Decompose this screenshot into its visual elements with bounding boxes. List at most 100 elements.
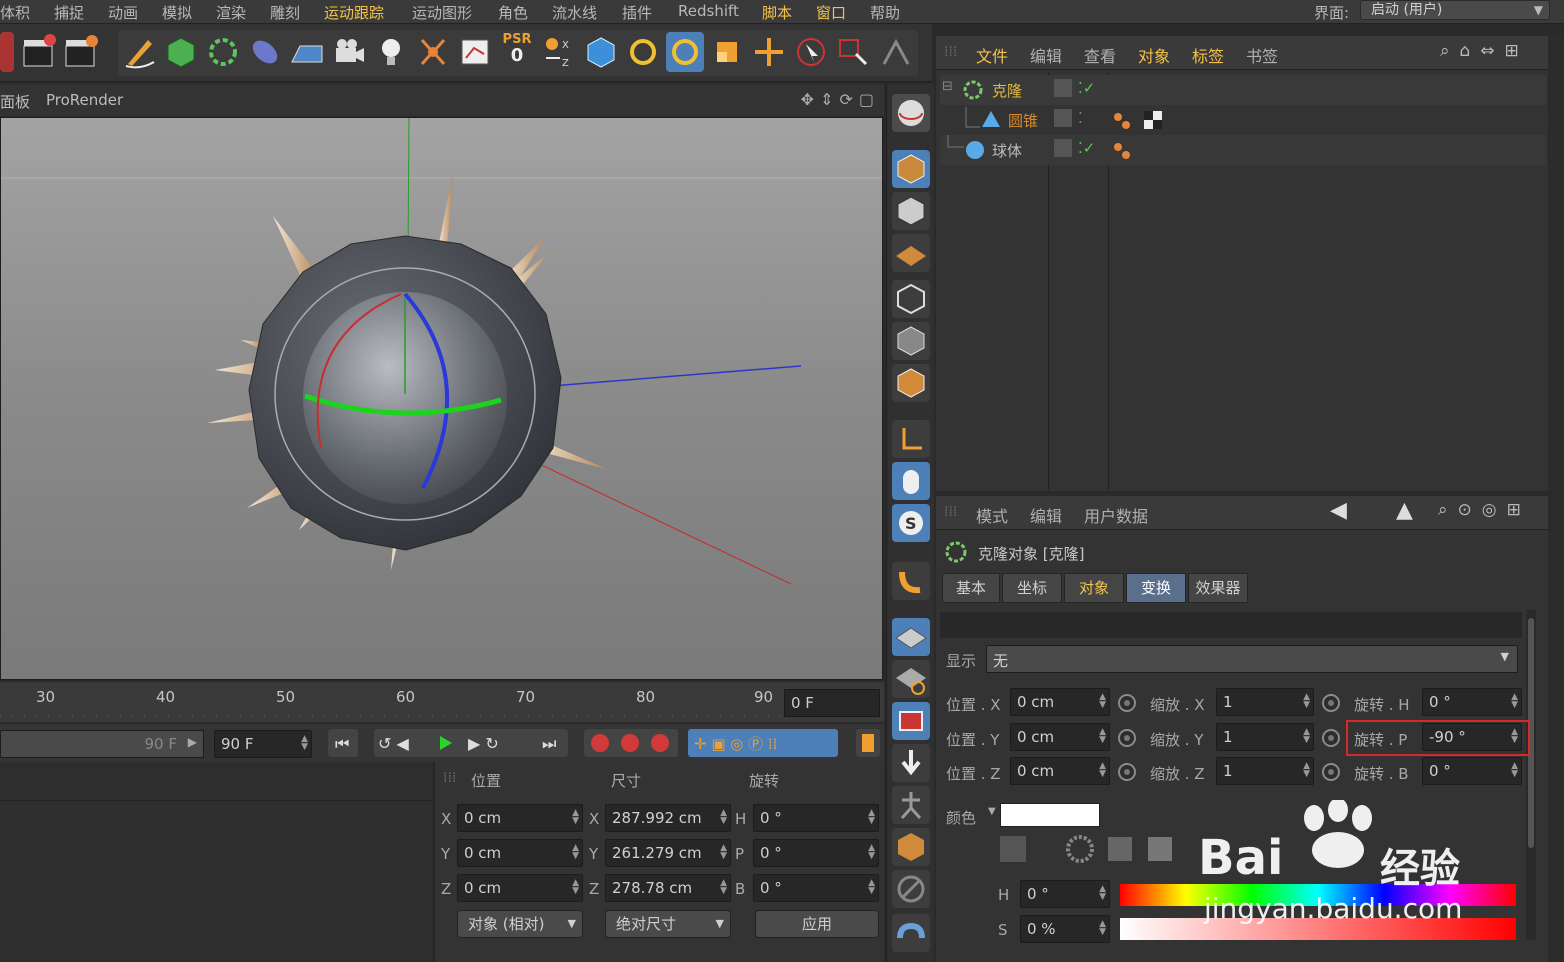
attr-menu-userdata[interactable]: 用户数据 bbox=[1084, 503, 1148, 527]
pos-x-field[interactable]: 0 cm ▲ ▼ bbox=[1010, 688, 1110, 716]
om-menu-objects[interactable]: 对象 bbox=[1138, 43, 1170, 67]
right-scrollbar[interactable] bbox=[1550, 36, 1564, 962]
layer-icon[interactable] bbox=[1054, 139, 1072, 157]
material-manager[interactable] bbox=[0, 762, 432, 962]
rot-b-attr-field[interactable]: 0 ° ▲ ▼ bbox=[1422, 757, 1522, 785]
texture-mode-button[interactable] bbox=[892, 192, 930, 230]
tools-button[interactable] bbox=[876, 32, 914, 72]
position-y-field[interactable]: 0 cm ▲ ▼ bbox=[457, 839, 583, 867]
saturation-field[interactable]: 0 % ▲ ▼ bbox=[1020, 915, 1110, 943]
viewport-solo-button[interactable] bbox=[892, 94, 930, 132]
visibility-dots-icon[interactable]: ⁚ bbox=[1078, 109, 1083, 127]
menu-character[interactable]: 角色 bbox=[498, 2, 528, 23]
disable-button[interactable] bbox=[892, 870, 930, 908]
layout-select[interactable]: 启动 (用户) ▼ bbox=[1360, 0, 1550, 20]
pos-z-field[interactable]: 0 cm ▲ ▼ bbox=[1010, 757, 1110, 785]
back-arrow-icon[interactable]: ◀ bbox=[1330, 498, 1347, 523]
end-frame-field[interactable]: 90 F ▲ ▼ bbox=[214, 730, 312, 758]
deformer-button[interactable] bbox=[246, 32, 284, 72]
scale-tool-button[interactable] bbox=[708, 32, 746, 72]
axis-mode-button[interactable] bbox=[892, 420, 930, 458]
rotate-active-button[interactable] bbox=[666, 32, 704, 72]
display-button[interactable] bbox=[456, 32, 494, 72]
box-select-button[interactable] bbox=[834, 32, 872, 72]
object-mode-button[interactable] bbox=[582, 32, 620, 72]
menu-animate[interactable]: 动画 bbox=[108, 2, 138, 23]
attr-menu-edit[interactable]: 编辑 bbox=[1030, 503, 1062, 527]
scale-y-field[interactable]: 1 ▲ ▼ bbox=[1216, 723, 1314, 751]
lock-workplane-button[interactable] bbox=[892, 618, 930, 656]
coord-system-button[interactable]: XZ bbox=[540, 32, 578, 72]
psr-button[interactable]: PSR 0 bbox=[498, 32, 536, 72]
check-icon[interactable]: ⁚✓ bbox=[1078, 79, 1095, 97]
layer-icon[interactable] bbox=[1054, 79, 1072, 97]
3d-viewport[interactable] bbox=[0, 117, 883, 680]
tab-object[interactable]: 对象 bbox=[1064, 573, 1124, 603]
drop-to-floor-button[interactable] bbox=[892, 744, 930, 782]
pos-y-keyframe-radio[interactable] bbox=[1118, 729, 1136, 747]
tab-effectors[interactable]: 效果器 bbox=[1188, 573, 1248, 603]
attr-scrollbar[interactable] bbox=[1526, 610, 1536, 940]
om-menu-tags[interactable]: 标签 bbox=[1192, 43, 1224, 67]
joint-button[interactable] bbox=[892, 786, 930, 824]
menu-motion-tracking[interactable]: 运动跟踪 bbox=[324, 2, 384, 23]
check-icon[interactable]: ⁚✓ bbox=[1078, 139, 1095, 157]
floor-button[interactable] bbox=[288, 32, 326, 72]
color-expand-icon[interactable]: ▼ bbox=[988, 806, 996, 817]
timeline-ruler[interactable]: 30 40 50 60 70 80 90 bbox=[0, 682, 884, 722]
move-tool-button[interactable] bbox=[750, 32, 788, 72]
size-y-field[interactable]: 261.279 cm ▲ ▼ bbox=[605, 839, 731, 867]
menu-mograph[interactable]: 运动图形 bbox=[412, 2, 472, 23]
pos-y-field[interactable]: 0 cm ▲ ▼ bbox=[1010, 723, 1110, 751]
live-select-button[interactable] bbox=[792, 32, 830, 72]
viewport-nav-icons[interactable]: ✥⇕⟳▢ bbox=[801, 90, 880, 109]
phong-tag-icon[interactable] bbox=[1112, 139, 1134, 161]
color-picker-modes[interactable] bbox=[998, 834, 1178, 864]
size-mode-select[interactable]: 绝对尺寸 ▼ bbox=[605, 910, 731, 938]
menu-sculpt[interactable]: 雕刻 bbox=[270, 2, 300, 23]
camera-button[interactable] bbox=[330, 32, 368, 72]
size-x-field[interactable]: 287.992 cm ▲ ▼ bbox=[605, 804, 731, 832]
rot-h-attr-field[interactable]: 0 ° ▲ ▼ bbox=[1422, 688, 1522, 716]
up-arrow-icon[interactable]: ▲ bbox=[1396, 498, 1413, 523]
menu-volume[interactable]: 体积 bbox=[0, 2, 30, 23]
current-frame-field[interactable]: 0 F bbox=[784, 689, 880, 717]
object-row-cloner[interactable]: ⊟ 克隆 ⁚✓ bbox=[940, 75, 1546, 105]
om-menu-edit[interactable]: 编辑 bbox=[1030, 43, 1062, 67]
position-x-field[interactable]: 0 cm ▲ ▼ bbox=[457, 804, 583, 832]
menu-plugins[interactable]: 插件 bbox=[622, 2, 652, 23]
scale-x-field[interactable]: 1 ▲ ▼ bbox=[1216, 688, 1314, 716]
rotation-p-field[interactable]: 0 ° ▲ ▼ bbox=[753, 839, 879, 867]
om-menu-bookmarks[interactable]: 书签 bbox=[1246, 43, 1278, 67]
frame-range-slider[interactable]: 90 F ▶ bbox=[0, 730, 204, 758]
points-mode-button[interactable] bbox=[892, 280, 930, 318]
cube-primitive-button[interactable] bbox=[162, 32, 200, 72]
object-row-sphere[interactable]: 球体 ⁚✓ bbox=[940, 135, 1546, 165]
rotate-tool-button[interactable] bbox=[624, 32, 662, 72]
edges-mode-button[interactable] bbox=[892, 322, 930, 360]
light-button[interactable] bbox=[372, 32, 410, 72]
prorender-menu[interactable]: ProRender bbox=[46, 91, 123, 109]
display-select[interactable]: 无 ▼ bbox=[986, 645, 1518, 673]
polygons-mode-button[interactable] bbox=[892, 364, 930, 402]
coord-mode-select[interactable]: 对象 (相对) ▼ bbox=[457, 910, 583, 938]
menu-simulate[interactable]: 模拟 bbox=[162, 2, 192, 23]
scale-z-keyframe-radio[interactable] bbox=[1322, 763, 1340, 781]
tab-coord[interactable]: 坐标 bbox=[1002, 573, 1062, 603]
menu-help[interactable]: 帮助 bbox=[870, 2, 900, 23]
tweak-mode-button[interactable] bbox=[892, 462, 930, 500]
om-menu-file[interactable]: 文件 bbox=[976, 43, 1008, 67]
menu-redshift[interactable]: Redshift bbox=[678, 2, 739, 20]
render-preview-button[interactable] bbox=[892, 702, 930, 740]
scale-y-keyframe-radio[interactable] bbox=[1322, 729, 1340, 747]
rotate-workplane-button[interactable] bbox=[892, 660, 930, 698]
python-button[interactable] bbox=[892, 914, 930, 952]
om-header-icons[interactable]: ⌕⌂⇔⊞ bbox=[1440, 41, 1529, 61]
collapse-icon[interactable]: ⊟ bbox=[942, 79, 953, 94]
menu-window[interactable]: 窗口 bbox=[816, 2, 846, 23]
model-mode-button[interactable] bbox=[892, 150, 930, 188]
hue-field[interactable]: 0 ° ▲ ▼ bbox=[1020, 880, 1110, 908]
render-view-button[interactable] bbox=[20, 32, 58, 72]
tab-basic[interactable]: 基本 bbox=[942, 573, 1000, 603]
attr-menu-mode[interactable]: 模式 bbox=[976, 503, 1008, 527]
